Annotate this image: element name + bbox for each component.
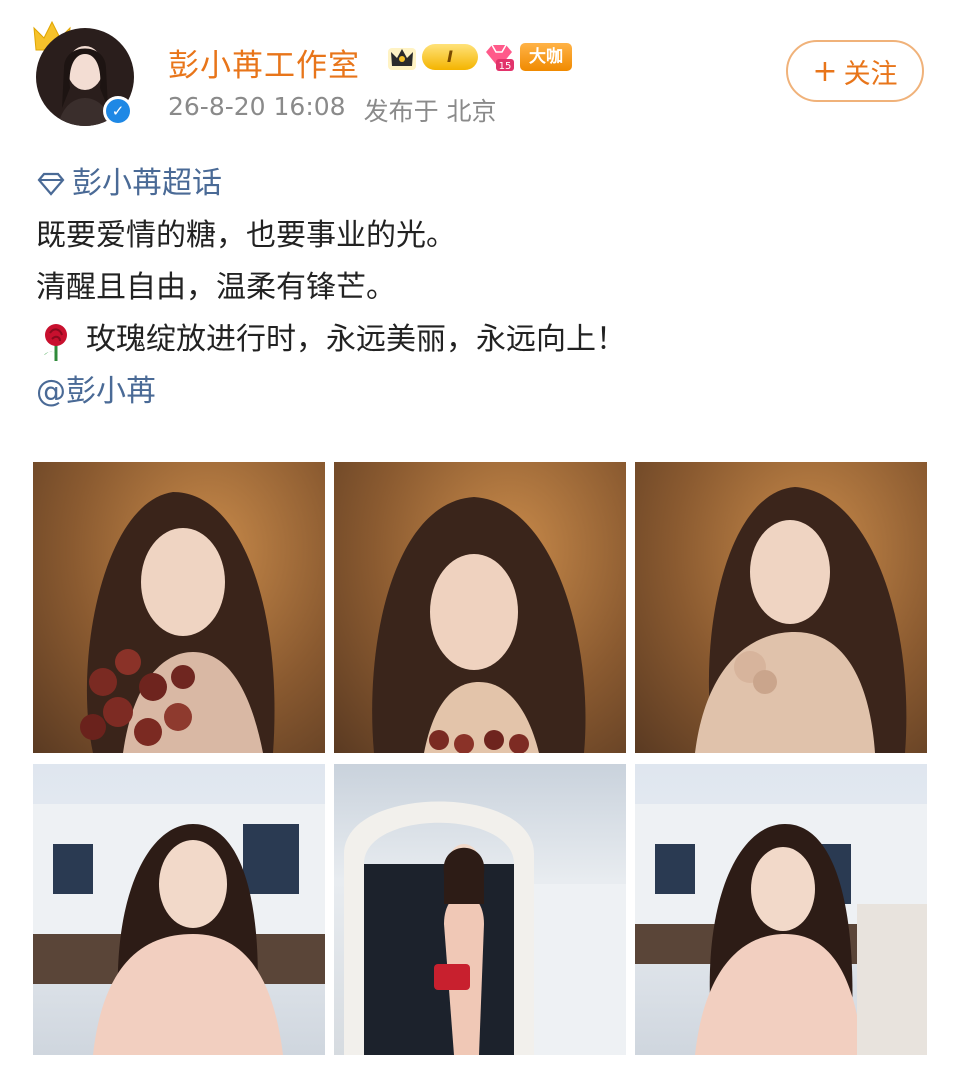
- crown-badge-icon[interactable]: [386, 42, 418, 72]
- super-topic-icon: [37, 172, 65, 196]
- post-header: ✓ 彭小苒工作室 I 15 大咖 26-8-20 16:08 发布于 北京 + …: [0, 0, 960, 140]
- plus-icon: +: [812, 53, 838, 89]
- post-timestamp: 26-8-20 16:08: [168, 92, 346, 121]
- mention-link[interactable]: @彭小苒: [36, 366, 926, 418]
- photo-4[interactable]: [33, 764, 325, 1055]
- diamond-badge-icon[interactable]: 15: [482, 42, 516, 72]
- post-line-2: 清醒且自由，温柔有锋芒。: [36, 270, 396, 305]
- verified-badge: ✓: [103, 96, 133, 126]
- follow-button[interactable]: + 关注: [786, 40, 924, 102]
- post-line-3-row: 玫瑰绽放进行时，永远美丽，永远向上！: [36, 314, 926, 366]
- photo-1[interactable]: [33, 462, 325, 753]
- post-meta: 26-8-20 16:08 发布于 北京: [168, 92, 497, 128]
- photo-2[interactable]: [334, 462, 626, 753]
- diamond-level-text: 15: [499, 61, 512, 72]
- follow-label: 关注: [843, 58, 898, 90]
- post-content: 彭小苒超话 既要爱情的糖，也要事业的光。 清醒且自由，温柔有锋芒。 玫瑰绽放进行…: [36, 158, 926, 418]
- topic-link[interactable]: 彭小苒超话: [36, 158, 926, 210]
- photo-3[interactable]: [635, 462, 927, 753]
- topic-label: 彭小苒超话: [72, 166, 222, 201]
- rose-icon: [44, 323, 67, 361]
- badge-row: I 15 大咖: [386, 40, 572, 74]
- photo-6[interactable]: [635, 764, 927, 1055]
- post-location: 发布于 北京: [363, 97, 497, 126]
- author-name[interactable]: 彭小苒工作室: [168, 40, 360, 85]
- avatar-group[interactable]: ✓: [32, 20, 136, 128]
- check-icon: ✓: [106, 99, 130, 123]
- post-line-3: 玫瑰绽放进行时，永远美丽，永远向上！: [86, 322, 626, 357]
- big-shot-badge[interactable]: 大咖: [520, 43, 572, 71]
- photo-5[interactable]: [334, 764, 626, 1055]
- post-line-1: 既要爱情的糖，也要事业的光。: [36, 218, 456, 253]
- level-badge[interactable]: I: [422, 44, 478, 70]
